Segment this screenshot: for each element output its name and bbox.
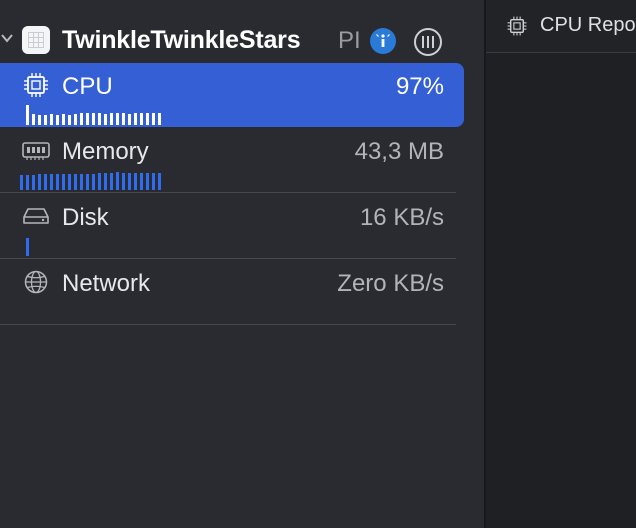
sparkline-bar [122,173,125,190]
sparkline-bar [158,113,161,125]
sparkline-bar [56,115,59,125]
gauge-value: 97% [395,73,444,100]
sparkline-bar [86,113,89,125]
process-pid-label: PI [338,27,361,54]
sparkline-bar [44,115,47,125]
app-icon [22,26,50,54]
chevron-down-icon[interactable] [0,31,14,45]
sparkline-bar [56,174,59,190]
sparkline-bar [122,113,125,125]
row-divider [0,192,456,193]
sparkline-bar [98,113,101,125]
gauge-row-network[interactable]: Network Zero KB/s [0,260,464,324]
sparkline-bar [110,113,113,125]
gauge-row-memory[interactable]: Memory 43,3 MB [0,128,464,192]
gauge-value: 43,3 MB [354,138,444,165]
sparkline-bar [92,174,95,190]
sparkline-bar [104,173,107,190]
chip-icon [507,16,527,35]
sparkline-bar [38,115,41,125]
sparkline-bar [26,105,29,125]
sparkline-bar [44,174,47,190]
sparkline-bar [74,174,77,190]
debug-navigator: TwinkleTwinkleStars PI CPU 97% Memory 43… [0,0,484,528]
gauge-value: 16 KB/s [359,204,444,231]
sparkline-bar [152,173,155,190]
sparkline-bar [128,173,131,190]
disk-icon [23,208,49,224]
sparkline-bar [20,175,23,190]
sparkline-bar [32,175,35,190]
editor-tab-cpu-report[interactable]: CPU Repo [506,14,636,37]
pause-icon [422,36,424,48]
editor-header: CPU Repo [486,0,636,53]
sparkline-bar [68,115,71,125]
process-header[interactable]: TwinkleTwinkleStars PI [0,22,470,62]
sparkline-bar [32,114,35,125]
sparkline-bar [80,174,83,190]
editor-area: CPU Repo [486,0,636,528]
sparkline-bar [140,173,143,190]
gauge-label: Memory [62,138,149,165]
sparkline-bar [134,113,137,125]
gauge-label: Network [62,270,151,297]
row-divider [0,258,456,259]
pause-button[interactable] [414,28,442,56]
sparkline-bar [140,113,143,125]
sparkline-bar [50,114,53,125]
info-button[interactable] [370,28,396,54]
sparkline-bar [152,113,155,125]
editor-tab-label: CPU Repo [540,14,636,36]
sparkline-bar [146,113,149,125]
process-name: TwinkleTwinkleStars [62,26,301,54]
sparkline-bar [68,174,71,190]
memory-icon [22,142,50,160]
sparkline-bar [62,114,65,125]
sparkline-bar [74,114,77,125]
sparkline-bar [26,238,29,256]
gauge-label: Disk [62,204,109,231]
sparkline-bar [86,174,89,190]
sparkline-bar [158,173,161,190]
sparkline-bar [116,172,119,190]
info-icon [376,34,390,47]
sparkline-bar [62,174,65,190]
gauge-row-cpu[interactable]: CPU 97% [0,63,464,127]
sparkline-bar [38,174,41,190]
gauge-value: Zero KB/s [337,270,444,297]
globe-icon [24,270,48,294]
gauge-sparkline [26,234,32,256]
sparkline-bar [26,175,29,190]
sparkline-bar [116,113,119,125]
chip-icon [24,73,48,97]
gauge-row-disk[interactable]: Disk 16 KB/s [0,194,464,258]
sparkline-bar [104,114,107,125]
sparkline-bar [146,173,149,190]
sparkline-bar [80,113,83,125]
sparkline-bar [92,113,95,125]
row-divider [0,324,456,325]
sparkline-bar [98,173,101,190]
sparkline-bar [50,174,53,190]
sparkline-bar [134,173,137,190]
gauge-sparkline [26,103,164,125]
sparkline-bar [110,173,113,190]
gauge-label: CPU [62,73,113,100]
sparkline-bar [128,114,131,125]
gauge-sparkline [20,168,164,190]
